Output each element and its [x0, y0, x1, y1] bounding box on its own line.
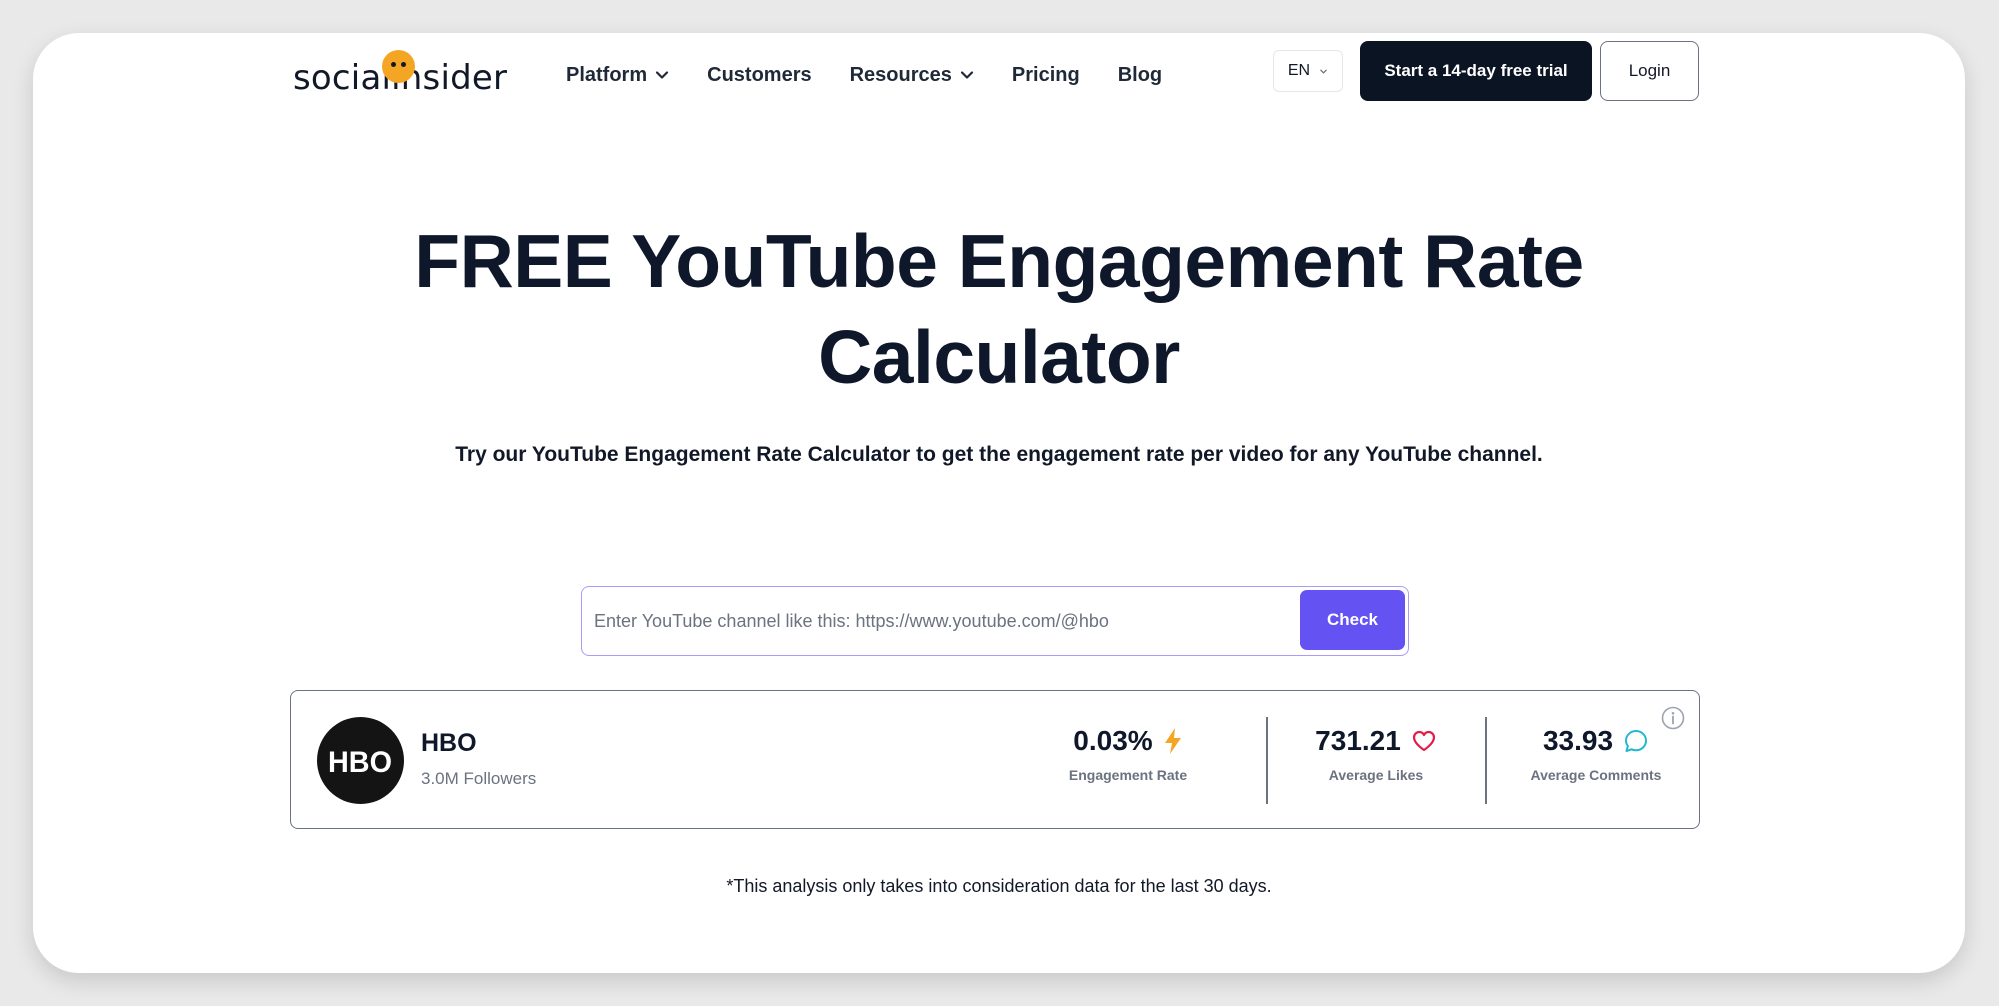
avatar-text: HBO	[328, 746, 392, 776]
average-comments-metric: 33.93 Average Comments	[1511, 725, 1681, 783]
logo-smiley-icon	[382, 50, 415, 83]
metric-value-row: 0.03%	[1043, 725, 1213, 757]
average-comments-value: 33.93	[1542, 725, 1614, 756]
metric-value-row: 33.93	[1511, 725, 1681, 757]
page-subtitle: Try our YouTube Engagement Rate Calculat…	[455, 443, 1543, 466]
nav-item-label: Platform	[566, 63, 648, 86]
engagement-rate-label: Engagement Rate	[1068, 767, 1188, 783]
nav-item-label: Pricing	[1011, 63, 1080, 86]
nav-item-label: Customers	[707, 63, 812, 86]
lightning-icon	[1164, 728, 1181, 754]
nav-item-platform[interactable]: Platform	[566, 64, 669, 87]
page-title-line-2: Calculator	[818, 315, 1180, 399]
comment-icon	[1625, 730, 1648, 752]
main-nav: Platform Customers Resources Pricing Blo…	[566, 55, 1162, 95]
average-likes-value: 731.21	[1315, 725, 1401, 756]
chevron-down-icon	[960, 71, 973, 79]
check-button[interactable]: Check	[1300, 590, 1405, 650]
nav-item-resources[interactable]: Resources	[850, 64, 974, 87]
channel-url-input[interactable]	[594, 599, 1274, 643]
language-select[interactable]: EN	[1273, 50, 1343, 92]
avatar: HBO	[317, 717, 404, 804]
average-likes-label: Average Likes	[1328, 767, 1424, 783]
nav-item-customers[interactable]: Customers	[707, 64, 811, 87]
chevron-down-icon	[1320, 69, 1327, 74]
average-likes-metric: 731.21 Average Likes	[1291, 725, 1461, 783]
page-title: FREE YouTube Engagement Rate Calculator	[33, 213, 1965, 405]
engagement-rate-metric: 0.03% Engagement Rate	[1043, 725, 1213, 783]
nav-item-label: Blog	[1117, 63, 1163, 86]
nav-item-label: Resources	[849, 63, 952, 86]
login-button[interactable]: Login	[1600, 41, 1699, 101]
info-icon[interactable]	[1661, 706, 1685, 730]
chevron-down-icon	[656, 71, 669, 79]
analysis-footnote: *This analysis only takes into considera…	[726, 876, 1272, 896]
page-title-line-1: FREE YouTube Engagement Rate	[414, 219, 1584, 303]
result-card: HBO HBO 3.0M Followers 0.03% Engagement …	[290, 690, 1700, 829]
language-label: EN	[1287, 62, 1311, 79]
start-trial-button[interactable]: Start a 14-day free trial	[1360, 41, 1592, 101]
heart-icon	[1412, 730, 1435, 752]
nav-item-blog[interactable]: Blog	[1118, 64, 1162, 87]
hbo-logo-icon: HBO	[328, 746, 392, 776]
average-comments-label: Average Comments	[1530, 767, 1662, 783]
socialinsider-logo[interactable]: socialinsider	[293, 48, 513, 98]
engagement-rate-value: 0.03%	[1073, 725, 1153, 756]
metric-divider	[1266, 717, 1268, 804]
channel-name: HBO	[421, 729, 477, 757]
channel-followers: 3.0M Followers	[421, 769, 537, 788]
nav-item-pricing[interactable]: Pricing	[1012, 64, 1080, 87]
metric-divider	[1485, 717, 1487, 804]
metric-value-row: 731.21	[1291, 725, 1461, 757]
browser-frame: socialinsider Platform Customers Resourc…	[33, 33, 1965, 973]
channel-search-box: Check	[581, 586, 1409, 656]
